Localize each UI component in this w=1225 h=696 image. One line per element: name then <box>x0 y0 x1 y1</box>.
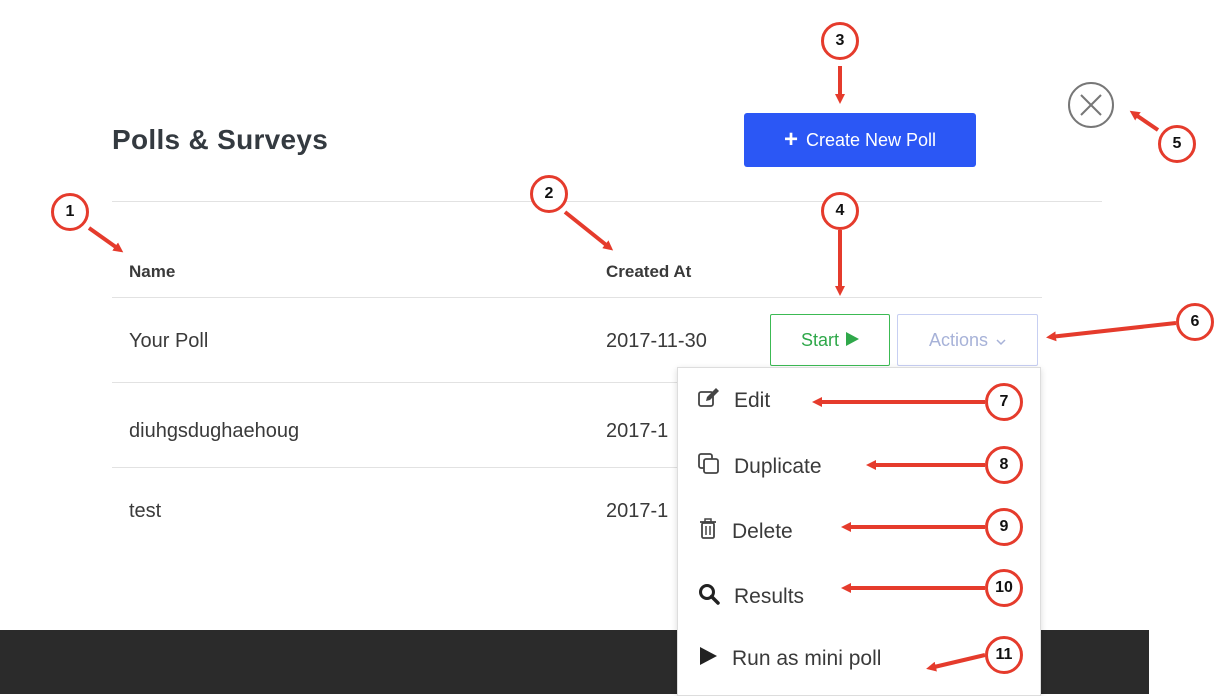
search-icon <box>698 583 720 611</box>
page-title: Polls & Surveys <box>112 124 329 155</box>
column-header-created-at[interactable]: Created At <box>606 262 691 282</box>
callout-arrow-6 <box>1046 321 1177 342</box>
callout-badge-7: 7 <box>985 383 1023 421</box>
poll-created-date: 2017-1 <box>606 500 669 522</box>
callout-badge-9: 9 <box>985 508 1023 546</box>
poll-name[interactable]: test <box>129 500 161 523</box>
actions-dropdown-button[interactable]: Actions <box>897 314 1038 366</box>
trash-icon <box>698 518 718 546</box>
create-new-poll-button[interactable]: + Create New Poll <box>744 113 976 167</box>
header-divider <box>112 201 1102 202</box>
callout-arrow-2 <box>563 210 614 251</box>
callout-badge-6: 6 <box>1176 303 1214 341</box>
close-button[interactable] <box>1066 80 1116 130</box>
menu-item-label: Results <box>734 585 805 608</box>
callout-badge-4: 4 <box>821 192 859 230</box>
menu-item-duplicate[interactable]: Duplicate <box>698 453 822 481</box>
menu-item-edit[interactable]: Edit <box>698 388 770 414</box>
chevron-down-icon <box>996 330 1006 351</box>
start-label: Start <box>800 329 839 350</box>
menu-item-label: Run as mini poll <box>732 647 882 670</box>
callout-badge-1: 1 <box>51 193 89 231</box>
duplicate-icon <box>698 453 720 481</box>
row-divider <box>112 467 677 468</box>
create-new-poll-label: Create New Poll <box>805 129 937 150</box>
callout-arrow-1 <box>87 226 124 253</box>
play-icon <box>845 330 859 351</box>
callout-badge-8: 8 <box>985 446 1023 484</box>
callout-badge-3: 3 <box>821 22 859 60</box>
menu-item-label: Duplicate <box>734 455 822 478</box>
callout-badge-5: 5 <box>1158 125 1196 163</box>
poll-name[interactable]: Your Poll <box>129 330 208 353</box>
menu-item-label: Edit <box>734 389 771 412</box>
callout-badge-11: 11 <box>985 636 1023 674</box>
menu-item-results[interactable]: Results <box>698 583 804 611</box>
menu-item-delete[interactable]: Delete <box>698 518 793 546</box>
callout-arrow-5 <box>1129 110 1160 132</box>
actions-label: Actions <box>928 329 989 350</box>
table-header-divider <box>112 297 1042 298</box>
play-icon <box>698 646 718 672</box>
poll-name[interactable]: diuhgsdughaehoug <box>129 420 299 443</box>
edit-icon <box>698 388 720 414</box>
column-header-name[interactable]: Name <box>129 262 175 282</box>
row-divider <box>112 382 677 383</box>
poll-created-date: 2017-1 <box>606 420 669 442</box>
poll-created-date: 2017-11-30 <box>606 330 707 352</box>
plus-icon: + <box>783 126 798 153</box>
callout-badge-2: 2 <box>530 175 568 213</box>
menu-item-run-as-mini-poll[interactable]: Run as mini poll <box>698 646 881 672</box>
menu-item-label: Delete <box>732 520 793 543</box>
close-icon <box>1068 82 1114 128</box>
start-button[interactable]: Start <box>770 314 890 366</box>
callout-badge-10: 10 <box>985 569 1023 607</box>
